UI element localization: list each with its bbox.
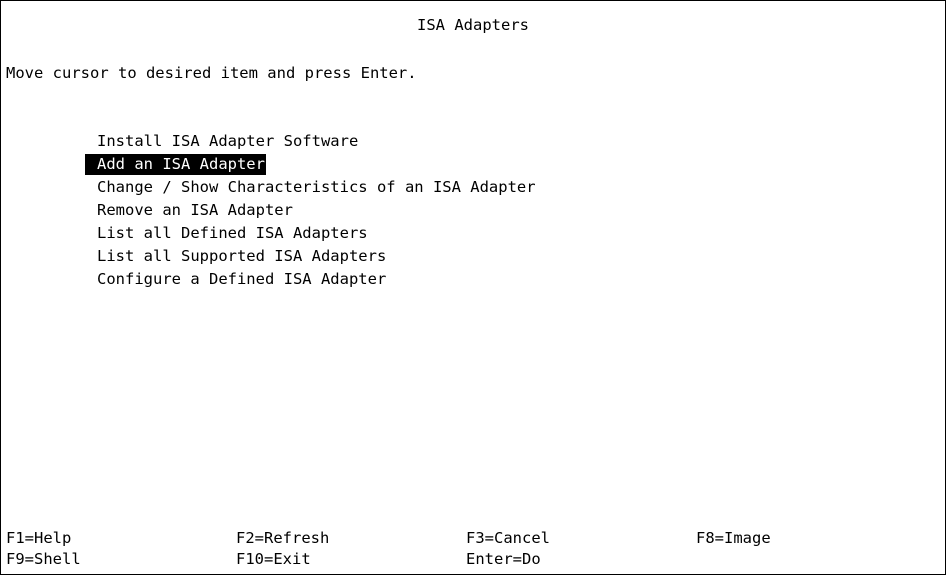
menu-item-label: Remove an ISA Adapter (97, 201, 293, 219)
menu-item-install-software[interactable]: Install ISA Adapter Software (29, 107, 537, 150)
screen-title: ISA Adapters (417, 16, 529, 34)
smit-terminal-screen: ISA Adapters Move cursor to desired item… (0, 0, 946, 575)
function-key-row: F9=Shell F10=Exit Enter=Do (6, 549, 936, 570)
f3-cancel-key[interactable]: F3=Cancel (466, 528, 550, 549)
enter-do-key[interactable]: Enter=Do (466, 549, 541, 570)
menu-item-label: List all Defined ISA Adapters (97, 224, 368, 242)
function-key-bar: F1=Help F2=Refresh F3=Cancel F8=Image F9… (6, 528, 936, 570)
function-key-row: F1=Help F2=Refresh F3=Cancel F8=Image (6, 528, 936, 549)
menu-item-label: Add an ISA Adapter (85, 154, 266, 175)
menu-item-label: Configure a Defined ISA Adapter (97, 270, 387, 288)
instruction-text: Move cursor to desired item and press En… (6, 64, 417, 82)
f8-image-key[interactable]: F8=Image (696, 528, 771, 549)
isa-adapter-menu: Install ISA Adapter Software Add an ISA … (29, 107, 537, 288)
menu-item-label: List all Supported ISA Adapters (97, 247, 387, 265)
f1-help-key[interactable]: F1=Help (6, 528, 71, 549)
f2-refresh-key[interactable]: F2=Refresh (236, 528, 329, 549)
menu-item-label: Change / Show Characteristics of an ISA … (97, 178, 536, 196)
f10-exit-key[interactable]: F10=Exit (236, 549, 311, 570)
menu-item-label: Install ISA Adapter Software (97, 132, 359, 150)
f9-shell-key[interactable]: F9=Shell (6, 549, 81, 570)
